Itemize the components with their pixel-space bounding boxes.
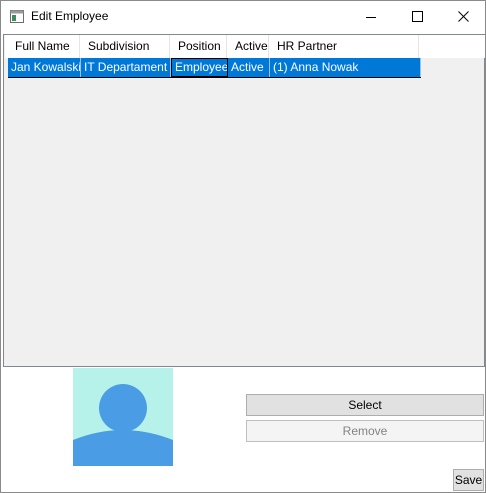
maximize-icon bbox=[411, 11, 423, 22]
table-row[interactable]: Jan Kowalski IT Departament Employee Act… bbox=[8, 58, 421, 78]
title-bar[interactable]: Edit Employee bbox=[1, 1, 485, 32]
minimize-button[interactable] bbox=[348, 1, 394, 32]
column-header-subdivision[interactable]: Subdivision bbox=[80, 35, 170, 58]
column-header-position[interactable]: Position bbox=[170, 35, 227, 58]
cell-full-name[interactable]: Jan Kowalski bbox=[8, 58, 81, 77]
grid-header: Full Name Subdivision Position Active HR… bbox=[5, 35, 485, 58]
cell-position[interactable]: Employee bbox=[171, 58, 228, 77]
user-avatar-icon bbox=[73, 384, 173, 466]
cell-subdivision[interactable]: IT Departament bbox=[81, 58, 171, 77]
close-button[interactable] bbox=[440, 1, 486, 32]
employee-photo bbox=[73, 368, 173, 466]
save-button[interactable]: Save bbox=[453, 469, 484, 491]
employee-data-grid[interactable]: Full Name Subdivision Position Active HR… bbox=[3, 34, 485, 367]
remove-button[interactable]: Remove bbox=[246, 420, 484, 442]
cell-active[interactable]: Active bbox=[228, 58, 270, 77]
edit-employee-window: Edit Employee Full Name Subdivision Posi… bbox=[0, 0, 486, 493]
app-window-icon bbox=[10, 10, 24, 23]
select-button[interactable]: Select bbox=[246, 394, 484, 416]
column-header-hr-partner[interactable]: HR Partner bbox=[269, 35, 419, 58]
window-title: Edit Employee bbox=[31, 9, 109, 23]
cell-hr-partner[interactable]: (1) Anna Nowak bbox=[270, 58, 421, 77]
minimize-icon bbox=[366, 16, 376, 18]
maximize-button[interactable] bbox=[394, 1, 440, 32]
column-header-full-name[interactable]: Full Name bbox=[7, 35, 80, 58]
column-header-active[interactable]: Active bbox=[227, 35, 269, 58]
close-icon bbox=[457, 11, 469, 22]
